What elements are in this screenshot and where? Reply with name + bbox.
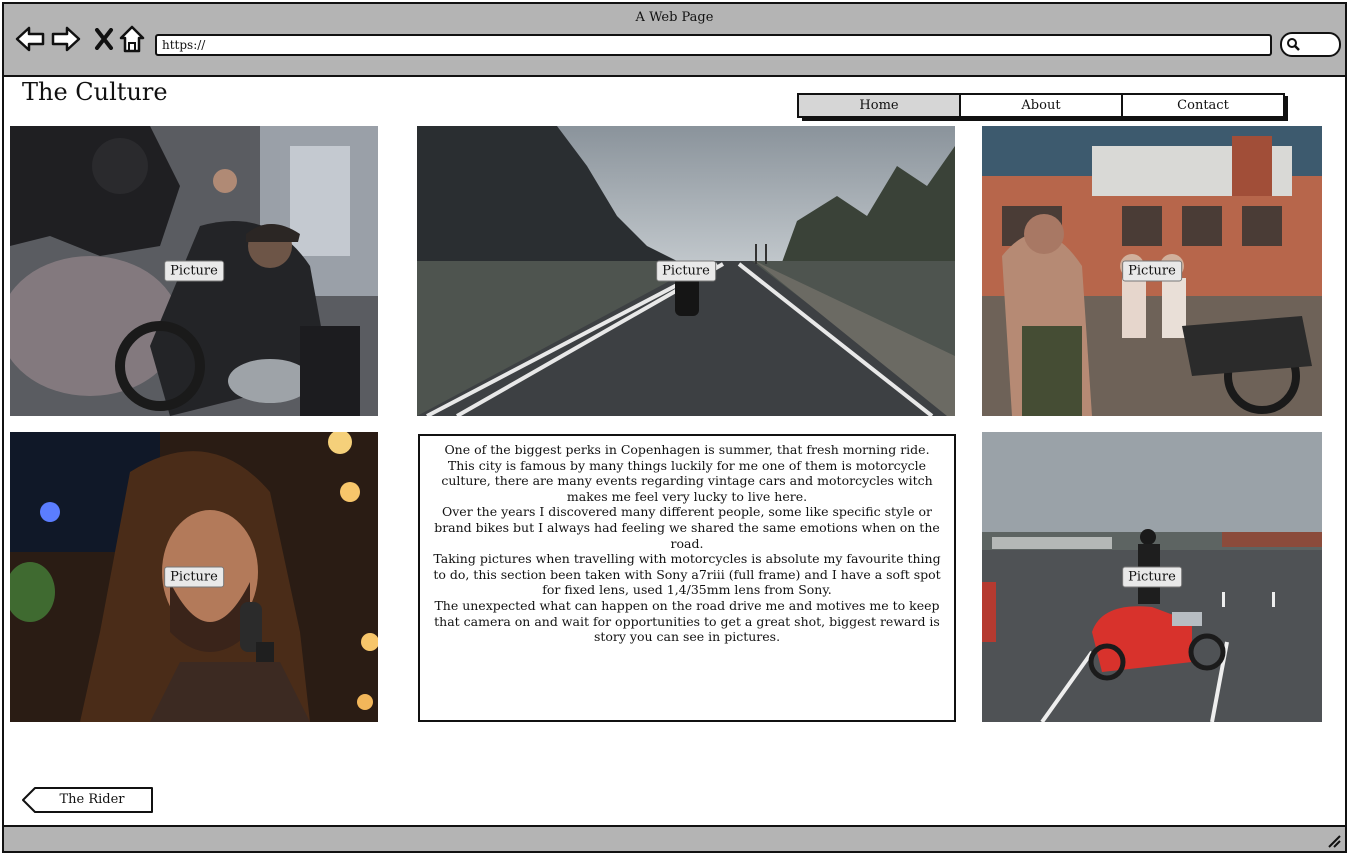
picture-placeholder-label: Picture [1122, 260, 1182, 282]
article-paragraph: Over the years I discovered many differe… [434, 504, 940, 551]
picture-placeholder-label: Picture [164, 260, 224, 282]
picture-placeholder-label: Picture [164, 566, 224, 588]
back-arrow-icon[interactable] [14, 24, 46, 54]
article-paragraph: The unexpected what can happen on the ro… [434, 597, 940, 645]
nav-contact[interactable]: Contact [1121, 93, 1285, 118]
picture-brick-building: Picture [982, 126, 1322, 416]
browser-window: A Web Page https:// The Culture Home Abo… [2, 2, 1347, 853]
search-field[interactable] [1280, 32, 1341, 57]
browser-toolbar: A Web Page https:// [4, 4, 1345, 77]
nav-home[interactable]: Home [797, 93, 961, 118]
back-button-label: The Rider [59, 792, 125, 807]
article-paragraph: Taking pictures when travelling with mot… [433, 551, 941, 598]
url-input[interactable]: https:// [155, 34, 1272, 56]
picture-placeholder-label: Picture [1122, 566, 1182, 588]
home-icon[interactable] [116, 24, 148, 54]
article-paragraph: One of the biggest perks in Copenhagen i… [444, 442, 930, 457]
article-paragraph: This city is famous by many things lucki… [441, 457, 933, 504]
picture-sidecar: Picture [982, 432, 1322, 722]
status-bar [4, 825, 1345, 851]
main-nav: Home About Contact [797, 93, 1285, 118]
window-title: A Web Page [635, 10, 714, 25]
the-rider-back-button[interactable]: The Rider [22, 787, 154, 813]
picture-open-road: Picture [417, 126, 955, 416]
picture-placeholder-label: Picture [656, 260, 716, 282]
site-title: The Culture [22, 78, 168, 106]
picture-mechanics: Picture [10, 126, 378, 416]
forward-arrow-icon[interactable] [50, 24, 82, 54]
article-text-box: One of the biggest perks in Copenhagen i… [418, 434, 956, 722]
search-icon [1287, 38, 1300, 51]
picture-singer: Picture [10, 432, 378, 722]
resize-grip-icon[interactable] [1327, 834, 1341, 848]
nav-about[interactable]: About [959, 93, 1123, 118]
